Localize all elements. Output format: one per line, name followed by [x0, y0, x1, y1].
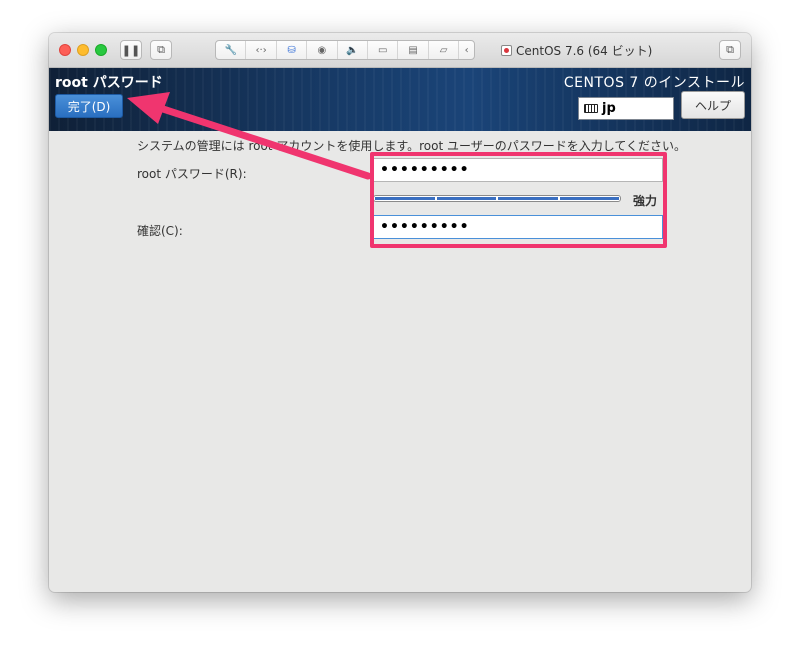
keyboard-layout-text: jp [602, 101, 616, 116]
video-icon: ▭ [378, 44, 388, 56]
sound-button[interactable]: 🔈 [338, 41, 369, 59]
spoke-title: root パスワード [55, 75, 163, 91]
done-button[interactable]: 完了(D) [55, 94, 123, 118]
keyboard-layout-indicator[interactable]: jp [578, 97, 674, 120]
device-toolbar: 🔧 ‹·› ⛁ ◉ 🔈 ▭ ▤ ▱ ‹ [215, 40, 475, 60]
window-title: CentOS 7.6 (64 ビット) [501, 42, 652, 59]
printer-icon: ▤ [408, 44, 418, 56]
fullscreen-button[interactable]: ⧉ [719, 40, 741, 60]
wrench-icon: 🔧 [224, 44, 237, 56]
settings-button[interactable]: 🔧 [216, 41, 247, 59]
chevron-left-icon: ‹ [464, 44, 469, 56]
zoom-window-button[interactable] [95, 44, 107, 56]
video-button[interactable]: ▭ [368, 41, 399, 59]
snapshot-icon: ⧉ [157, 43, 165, 56]
network-button[interactable]: ‹·› [246, 41, 277, 59]
code-icon: ‹·› [255, 44, 267, 56]
snapshot-button[interactable]: ⧉ [150, 40, 172, 60]
disk-icon: ⛁ [287, 44, 296, 56]
help-button[interactable]: ヘルプ [681, 91, 745, 119]
close-window-button[interactable] [59, 44, 71, 56]
printer-button[interactable]: ▤ [398, 41, 429, 59]
vm-app-icon [501, 45, 512, 56]
disk-button[interactable]: ⛁ [277, 41, 308, 59]
minimize-window-button[interactable] [77, 44, 89, 56]
shared-folder-button[interactable]: ▱ [429, 41, 460, 59]
camera-button[interactable]: ◉ [307, 41, 338, 59]
annotation-highlight-box [370, 152, 667, 248]
sound-icon: 🔈 [346, 44, 359, 56]
window-title-text: CentOS 7.6 (64 ビット) [516, 44, 653, 58]
fullscreen-icon: ⧉ [726, 43, 734, 56]
confirm-label: 確認(C): [137, 224, 183, 238]
title-bar: ❚❚ ⧉ 🔧 ‹·› ⛁ ◉ 🔈 ▭ ▤ ▱ ‹ CentOS 7.6 (64 … [49, 33, 751, 68]
keyboard-icon [584, 104, 598, 113]
collapse-toolbar-button[interactable]: ‹ [459, 41, 474, 59]
pause-button[interactable]: ❚❚ [120, 40, 142, 60]
folder-icon: ▱ [439, 44, 448, 56]
password-label: root パスワード(R): [137, 167, 247, 181]
camera-icon: ◉ [317, 44, 327, 56]
pause-icon: ❚❚ [121, 43, 141, 57]
install-title: CENTOS 7 のインストール [563, 75, 745, 91]
